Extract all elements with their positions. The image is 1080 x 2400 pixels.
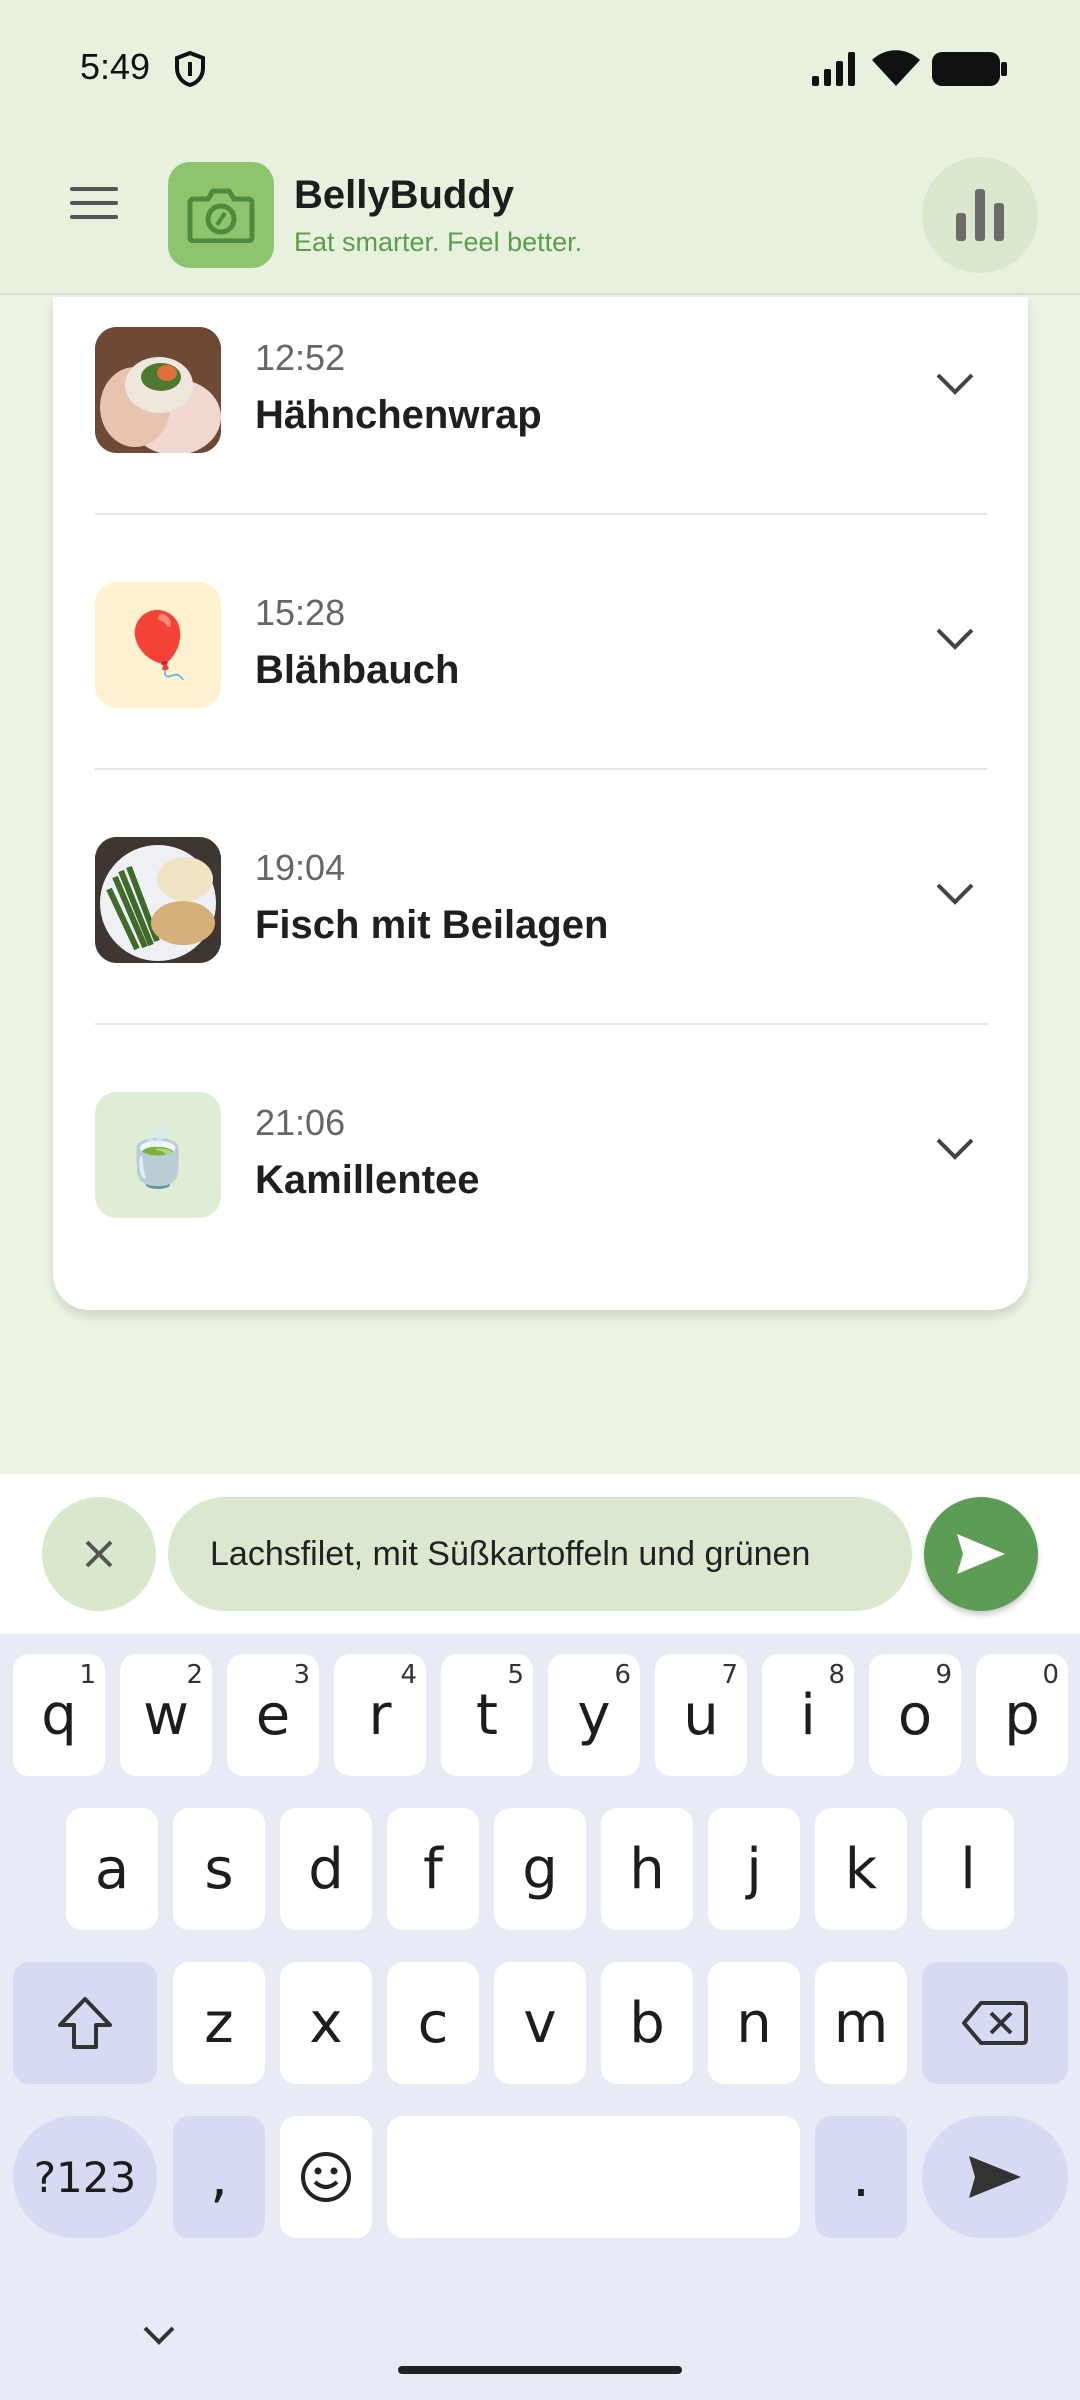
key-h[interactable]: h xyxy=(601,1808,693,1930)
key-z[interactable]: z xyxy=(173,1962,265,2084)
entry-row[interactable]: 19:04 Fisch mit Beilagen xyxy=(95,807,987,1062)
key-q[interactable]: q1 xyxy=(13,1654,105,1776)
battery-icon xyxy=(932,52,1007,86)
chevron-down-icon[interactable] xyxy=(935,371,975,397)
camera-icon xyxy=(187,188,255,243)
hide-keyboard-chevron-icon[interactable] xyxy=(142,2324,176,2346)
entry-row[interactable]: 🍵 21:06 Kamillentee xyxy=(95,1062,987,1317)
key-k[interactable]: k xyxy=(815,1808,907,1930)
shift-icon xyxy=(58,1997,112,2049)
backspace-key[interactable] xyxy=(922,1962,1068,2084)
key-i[interactable]: i8 xyxy=(762,1654,854,1776)
entry-row[interactable]: 12:52 Hähnchenwrap xyxy=(95,297,987,552)
key-v[interactable]: v xyxy=(494,1962,586,2084)
wifi-icon xyxy=(872,50,920,86)
key-w[interactable]: w2 xyxy=(120,1654,212,1776)
send-button[interactable] xyxy=(924,1497,1038,1611)
clear-button[interactable] xyxy=(42,1497,156,1611)
shift-key[interactable] xyxy=(13,1962,157,2084)
comma-key[interactable]: , xyxy=(173,2116,265,2238)
chevron-down-icon[interactable] xyxy=(935,626,975,652)
home-indicator[interactable] xyxy=(398,2366,682,2374)
smiley-icon xyxy=(301,2152,351,2202)
key-c[interactable]: c xyxy=(387,1962,479,2084)
entries-card: 12:52 Hähnchenwrap 🎈 15:28 Blähbauch 19:… xyxy=(53,297,1028,1310)
status-time: 5:49 xyxy=(80,46,151,87)
key-x[interactable]: x xyxy=(280,1962,372,2084)
food-photo-wrap xyxy=(95,327,221,453)
key-y[interactable]: y6 xyxy=(548,1654,640,1776)
key-a[interactable]: a xyxy=(66,1808,158,1930)
key-t[interactable]: t5 xyxy=(441,1654,533,1776)
key-r[interactable]: r4 xyxy=(334,1654,426,1776)
key-j[interactable]: j xyxy=(708,1808,800,1930)
chevron-down-icon[interactable] xyxy=(935,1136,975,1162)
key-p[interactable]: p0 xyxy=(976,1654,1068,1776)
divider xyxy=(95,513,987,515)
send-icon xyxy=(969,2156,1021,2198)
key-e[interactable]: e3 xyxy=(227,1654,319,1776)
send-icon xyxy=(957,1534,1005,1574)
key-o[interactable]: o9 xyxy=(869,1654,961,1776)
entry-time: 19:04 xyxy=(255,847,346,888)
key-d[interactable]: d xyxy=(280,1808,372,1930)
key-l[interactable]: l xyxy=(922,1808,1014,1930)
keyboard-send-key[interactable] xyxy=(922,2116,1068,2238)
key-s[interactable]: s xyxy=(173,1808,265,1930)
entry-title: Fisch mit Beilagen xyxy=(255,903,609,947)
signal-icon xyxy=(812,52,855,86)
backspace-icon xyxy=(962,2001,1028,2045)
food-photo-fish xyxy=(95,837,221,963)
key-m[interactable]: m xyxy=(815,1962,907,2084)
divider xyxy=(95,768,987,770)
close-icon xyxy=(85,1540,113,1568)
keyboard: q1 w2 e3 r4 t5 y6 u7 i8 o9 p0 a s d f g … xyxy=(0,1634,1080,2400)
app-title: BellyBuddy xyxy=(294,173,515,217)
entry-time: 12:52 xyxy=(255,337,346,378)
chevron-down-icon[interactable] xyxy=(935,881,975,907)
status-bar: 5:49 xyxy=(0,0,1080,135)
app-bar: BellyBuddy Eat smarter. Feel better. xyxy=(0,135,1080,295)
symbols-key[interactable]: ?123 xyxy=(13,2116,157,2238)
entry-title: Hähnchenwrap xyxy=(255,393,542,437)
tea-emoji: 🍵 xyxy=(95,1092,221,1218)
key-n[interactable]: n xyxy=(708,1962,800,2084)
statistics-button[interactable] xyxy=(922,157,1038,273)
divider xyxy=(95,1023,987,1025)
space-key[interactable] xyxy=(387,2116,800,2238)
emoji-key[interactable] xyxy=(280,2116,372,2238)
key-f[interactable]: f xyxy=(387,1808,479,1930)
key-u[interactable]: u7 xyxy=(655,1654,747,1776)
menu-button[interactable] xyxy=(70,187,130,237)
app-subtitle: Eat smarter. Feel better. xyxy=(294,227,583,257)
entry-text-input[interactable]: Lachsfilet, mit Süßkartoffeln und grünen xyxy=(168,1497,912,1611)
entry-title: Kamillentee xyxy=(255,1158,480,1202)
input-bar: Lachsfilet, mit Süßkartoffeln und grünen xyxy=(0,1474,1080,1634)
app-logo xyxy=(168,162,274,268)
shield-icon xyxy=(175,50,205,88)
key-g[interactable]: g xyxy=(494,1808,586,1930)
entry-row[interactable]: 🎈 15:28 Blähbauch xyxy=(95,552,987,807)
balloon-emoji: 🎈 xyxy=(95,582,221,708)
entry-title: Blähbauch xyxy=(255,648,460,692)
period-key[interactable]: . xyxy=(815,2116,907,2238)
entry-time: 15:28 xyxy=(255,592,346,633)
entry-time: 21:06 xyxy=(255,1102,346,1143)
key-b[interactable]: b xyxy=(601,1962,693,2084)
bar-chart-icon xyxy=(956,189,1004,241)
menu-icon xyxy=(70,187,118,191)
